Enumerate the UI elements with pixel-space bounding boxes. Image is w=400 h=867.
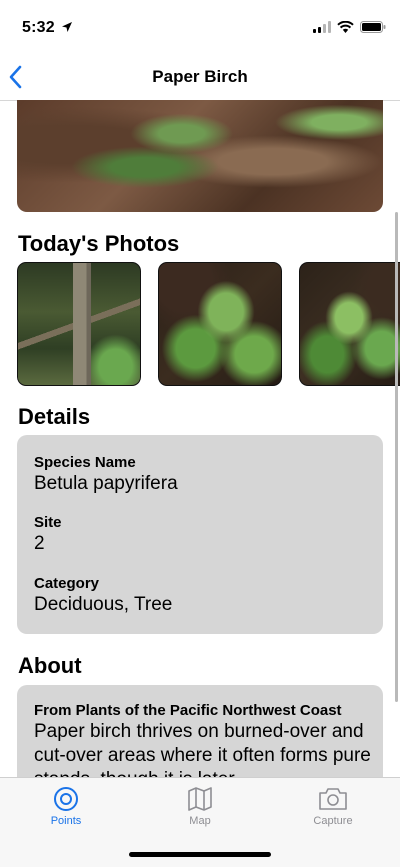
home-indicator (129, 852, 271, 857)
photo-thumbnail[interactable] (17, 262, 141, 386)
photos-section-title: Today's Photos (18, 231, 180, 256)
photo-thumbnail[interactable] (299, 262, 400, 386)
status-time: 5:32 (22, 19, 55, 36)
site-value: 2 (34, 533, 45, 554)
hero-photo (17, 100, 383, 212)
tab-points[interactable]: Points (21, 786, 111, 836)
cellular-signal-icon (313, 21, 331, 33)
camera-icon (319, 788, 347, 810)
about-source: From Plants of the Pacific Northwest Coa… (34, 702, 342, 719)
target-icon (54, 787, 78, 811)
category-label: Category (34, 575, 100, 592)
wifi-icon (337, 21, 354, 33)
page-title: Paper Birch (152, 67, 248, 86)
tab-capture[interactable]: Capture (288, 786, 378, 836)
tab-capture-label: Capture (313, 815, 353, 827)
species-name-value: Betula papyrifera (34, 473, 178, 494)
category-value: Deciduous, Tree (34, 594, 173, 615)
tab-points-label: Points (50, 815, 82, 827)
tab-map[interactable]: Map (155, 786, 245, 836)
location-arrow-icon (62, 22, 72, 32)
map-icon (188, 787, 212, 811)
photo-thumbnail[interactable] (158, 262, 282, 386)
tab-map-label: Map (189, 815, 211, 827)
scroll-indicator[interactable] (395, 212, 398, 702)
details-card: Species Name Betula papyrifera Site 2 Ca… (17, 435, 383, 634)
species-name-label: Species Name (34, 454, 136, 471)
site-label: Site (34, 514, 62, 531)
status-icons (313, 21, 386, 33)
battery-icon (360, 21, 386, 33)
navigation-bar: Paper Birch (0, 54, 400, 100)
about-section-title: About (18, 653, 82, 678)
details-section-title: Details (18, 404, 91, 429)
status-bar: 5:32 (0, 0, 400, 50)
